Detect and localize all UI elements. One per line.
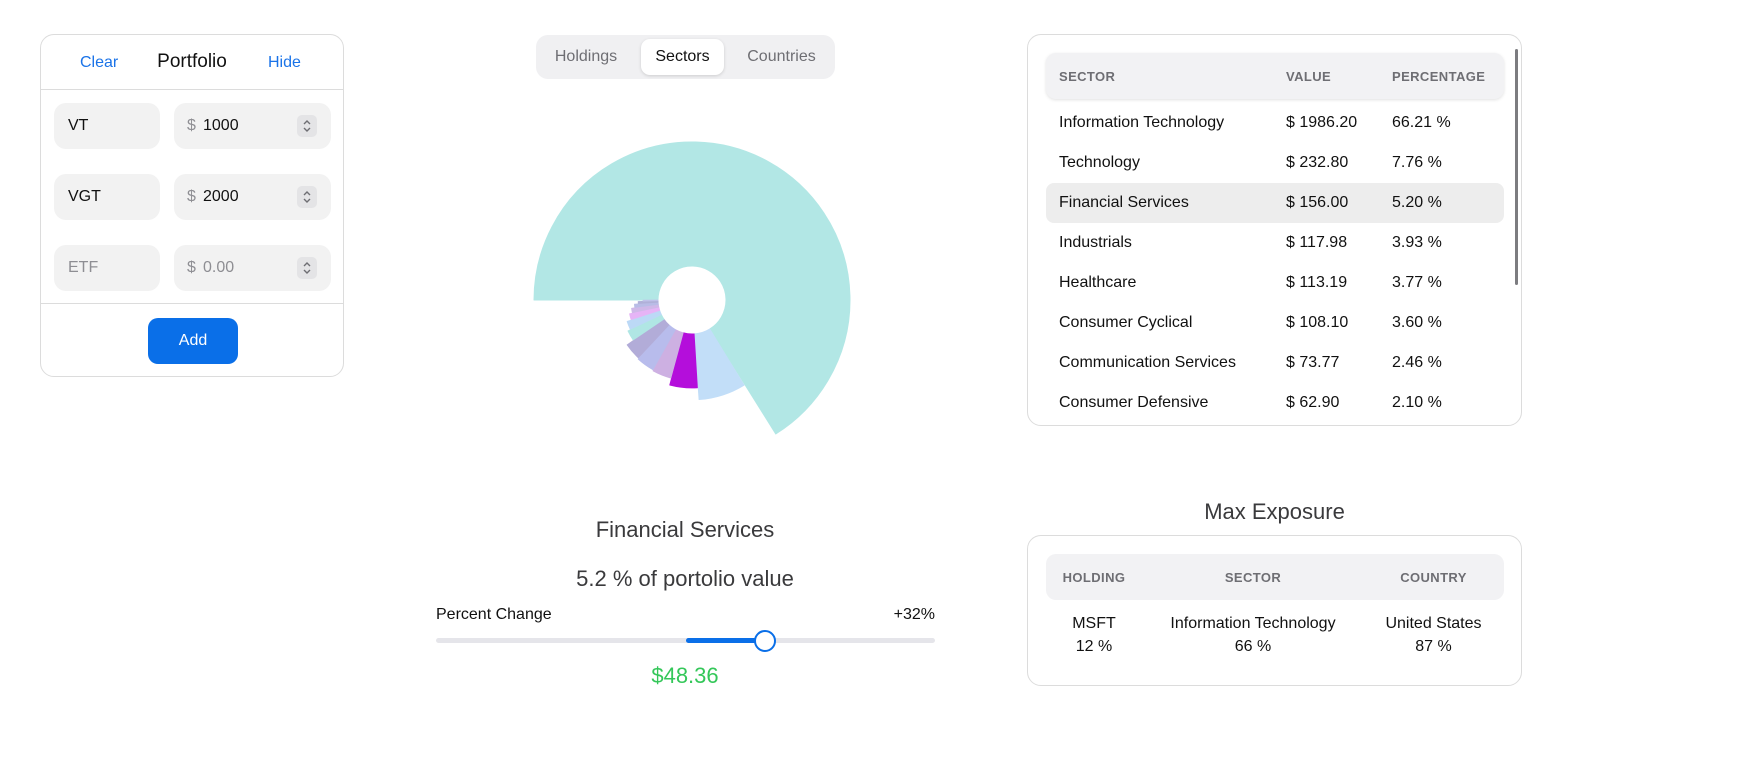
max-exposure-title: Max Exposure: [1204, 499, 1345, 524]
column-header: SECTOR: [1059, 69, 1116, 84]
chart-wedge-13[interactable]: [642, 299, 659, 302]
tab-countries[interactable]: Countries: [734, 39, 829, 75]
sector-cell: Industrials: [1059, 234, 1132, 251]
column-header: SECTOR: [1224, 570, 1282, 585]
slider-thumb[interactable]: [754, 630, 777, 652]
value-cell: $ 232.80: [1286, 154, 1349, 171]
sector-cell: Healthcare: [1059, 274, 1137, 291]
country-cell: United States: [1385, 615, 1482, 632]
scrollbar[interactable]: [1515, 49, 1518, 285]
column-header: COUNTRY: [1400, 570, 1467, 585]
holding-cell: MSFT: [1072, 615, 1116, 632]
value-cell: $ 1986.20: [1286, 114, 1358, 131]
sector-rose-chart: [533, 141, 851, 435]
table-header: SECTOR VALUE PERCENTAGE: [1046, 53, 1504, 99]
tab-sectors[interactable]: Sectors: [641, 39, 724, 75]
max-exposure-table: HOLDING SECTOR COUNTRY MSFT 12 % Informa…: [1027, 535, 1522, 686]
value-cell: $ 62.90: [1286, 394, 1340, 411]
percent-change-value: +32%: [893, 606, 935, 623]
sector-cell: Technology: [1059, 154, 1140, 171]
holding-row: VGT $ 2000: [54, 174, 331, 220]
amount-input[interactable]: $ 1000: [174, 103, 331, 149]
column-header: HOLDING: [1062, 570, 1126, 585]
hide-button[interactable]: Hide: [268, 54, 301, 72]
sector-cell: Consumer Defensive: [1059, 394, 1209, 411]
column-header: VALUE: [1286, 69, 1332, 84]
table-row[interactable]: Consumer Cyclical $ 108.10 3.60 %: [1046, 303, 1504, 343]
country-pct-cell: 87 %: [1415, 638, 1452, 655]
percentage-cell: 2.46 %: [1392, 354, 1442, 371]
holding-row: VT $ 1000: [54, 103, 331, 149]
amount-input[interactable]: $ 2000: [174, 174, 331, 220]
currency-symbol: $: [187, 117, 196, 134]
percent-change-label: Percent Change: [436, 606, 552, 623]
percentage-cell: 3.93 %: [1392, 234, 1442, 251]
portfolio-card: Clear Portfolio Hide VT $ 1000 VGT $ 200…: [40, 34, 344, 377]
tab-holdings[interactable]: Holdings: [544, 39, 628, 75]
sector-table: SECTOR VALUE PERCENTAGE Information Tech…: [1027, 34, 1522, 426]
amount-value: 1000: [203, 117, 239, 134]
new-holding-row: ETF $ 0.00: [54, 245, 331, 291]
portfolio-header: Clear Portfolio Hide: [41, 35, 343, 90]
table-row[interactable]: Communication Services $ 73.77 2.46 %: [1046, 343, 1504, 383]
selected-sector-name: Financial Services: [595, 517, 775, 542]
sector-cell: Financial Services: [1059, 194, 1189, 211]
sector-cell: Consumer Cyclical: [1059, 314, 1193, 331]
value-cell: $ 73.77: [1286, 354, 1340, 371]
value-cell: $ 156.00: [1286, 194, 1349, 211]
currency-symbol: $: [187, 259, 196, 276]
table-row[interactable]: Industrials $ 117.98 3.93 %: [1046, 223, 1504, 263]
sector-pct-cell: 66 %: [1234, 638, 1272, 655]
amount-placeholder: 0.00: [203, 259, 235, 276]
table-row[interactable]: Healthcare $ 113.19 3.77 %: [1046, 263, 1504, 303]
ticker-input[interactable]: VGT: [54, 174, 160, 220]
table-row[interactable]: Technology $ 232.80 7.76 %: [1046, 143, 1504, 183]
ticker-input[interactable]: VT: [54, 103, 160, 149]
table-row[interactable]: Consumer Defensive $ 62.90 2.10 %: [1046, 383, 1504, 423]
amount-input[interactable]: $ 0.00: [174, 245, 331, 291]
table-header: HOLDING SECTOR COUNTRY: [1046, 554, 1504, 600]
sector-cell: Information Technology: [1170, 615, 1336, 632]
value-cell: $ 117.98: [1286, 234, 1348, 251]
currency-symbol: $: [187, 188, 196, 205]
percentage-cell: 2.10 %: [1392, 394, 1442, 411]
sector-cell: Information Technology: [1059, 114, 1225, 131]
stepper-icon[interactable]: [297, 186, 317, 208]
table-row[interactable]: Financial Services $ 156.00 5.20 %: [1046, 183, 1504, 223]
value-cell: $ 113.19: [1286, 274, 1348, 291]
table-row[interactable]: Information Technology $ 1986.20 66.21 %: [1046, 103, 1504, 143]
chart-wedge-1[interactable]: [533, 141, 851, 435]
add-button[interactable]: Add: [148, 318, 238, 364]
amount-value: 2000: [203, 188, 239, 205]
holding-pct-cell: 12 %: [1075, 638, 1113, 655]
percentage-cell: 3.60 %: [1392, 314, 1442, 331]
value-cell: $ 108.10: [1286, 314, 1349, 331]
percentage-cell: 3.77 %: [1392, 274, 1442, 291]
percentage-cell: 66.21 %: [1392, 114, 1451, 131]
percentage-cell: 5.20 %: [1392, 194, 1442, 211]
divider: [41, 303, 343, 304]
stepper-icon[interactable]: [297, 257, 317, 279]
ticker-input[interactable]: ETF: [54, 245, 160, 291]
clear-button[interactable]: Clear: [80, 54, 118, 72]
selected-sector-share: 5.2 % of portolio value: [576, 566, 794, 591]
sector-cell: Communication Services: [1059, 354, 1236, 371]
projected-change-amount: $48.36: [651, 663, 719, 688]
stepper-icon[interactable]: [297, 115, 317, 137]
percentage-cell: 7.76 %: [1392, 154, 1442, 171]
view-tabs: Holdings Sectors Countries: [536, 35, 835, 79]
column-header: PERCENTAGE: [1392, 69, 1486, 84]
